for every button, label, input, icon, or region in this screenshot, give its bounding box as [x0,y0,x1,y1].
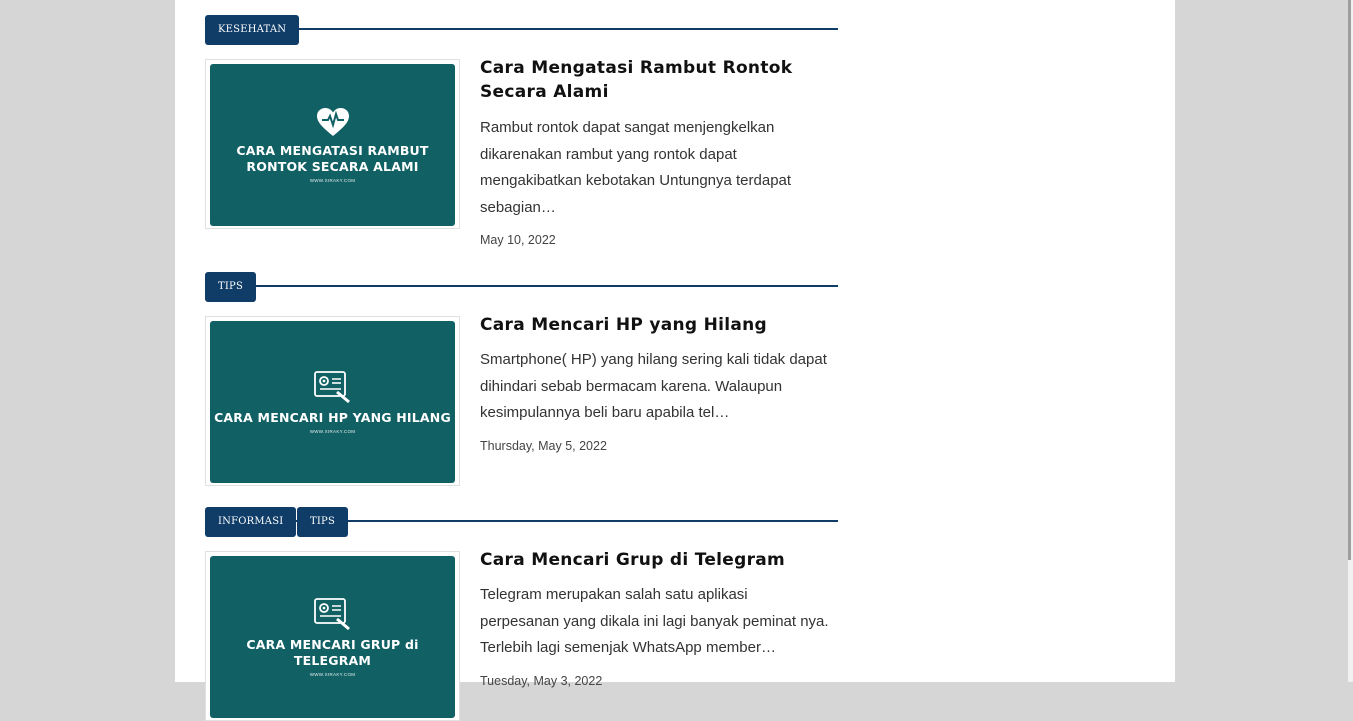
label-informasi[interactable]: INFORMASI [205,507,297,537]
post-thumbnail-link[interactable]: CARA MENGATASI RAMBUT RONTOK SECARA ALAM… [205,59,460,229]
post-title-link[interactable]: Cara Mencari Grup di Telegram [480,548,840,572]
post-date: May 10, 2022 [480,233,556,247]
label-divider [205,285,838,287]
thumbnail-title: CARA MENGATASI RAMBUT RONTOK SECARA ALAM… [236,143,429,174]
post-labels: INFORMASI TIPS [205,507,838,537]
label-kesehatan[interactable]: KESEHATAN [205,15,300,45]
post-excerpt: Rambut rontok dapat sangat menjengkelkan… [480,119,792,216]
post-title-link[interactable]: Cara Mengatasi Rambut Rontok Secara Alam… [480,56,840,104]
post-labels: KESEHATAN [205,15,838,45]
settings-document-icon [313,598,350,631]
settings-document-icon [313,371,350,404]
post-excerpt: Telegram merupakan salah satu aplikasi p… [480,586,829,656]
post-excerpt: Smartphone( HP) yang hilang sering kali … [480,351,827,421]
thumbnail-title: CARA MENCARI GRUP di TELEGRAM [246,637,419,668]
post-thumbnail: CARA MENCARI GRUP di TELEGRAM WWW.XIRAKY… [210,556,455,718]
heart-pulse-icon [316,108,349,136]
post-labels: TIPS [205,272,838,302]
label-tips[interactable]: TIPS [205,272,256,302]
post-thumbnail-link[interactable]: CARA MENCARI GRUP di TELEGRAM WWW.XIRAKY… [205,551,460,721]
post-thumbnail: CARA MENGATASI RAMBUT RONTOK SECARA ALAM… [210,64,455,226]
label-divider [205,28,838,30]
post-date: Tuesday, May 3, 2022 [480,674,603,688]
page-scrollbar[interactable] [1348,0,1353,682]
thumbnail-site: WWW.XIRAKY.COM [309,178,356,183]
main-content: KESEHATAN CARA MENGATASI RAMBUT RONTOK S… [175,0,1175,721]
post-thumbnail-link[interactable]: CARA MENCARI HP YANG HILANG WWW.XIRAKY.C… [205,316,460,486]
thumbnail-site: WWW.XIRAKY.COM [309,672,356,677]
thumbnail-title: CARA MENCARI HP YANG HILANG [214,410,451,425]
post-thumbnail: CARA MENCARI HP YANG HILANG WWW.XIRAKY.C… [210,321,455,483]
thumbnail-site: WWW.XIRAKY.COM [309,429,356,434]
post-date: Thursday, May 5, 2022 [480,439,607,453]
scrollbar-thumb[interactable] [1348,0,1351,560]
post-title-link[interactable]: Cara Mencari HP yang Hilang [480,313,840,337]
label-tips[interactable]: TIPS [297,507,348,537]
